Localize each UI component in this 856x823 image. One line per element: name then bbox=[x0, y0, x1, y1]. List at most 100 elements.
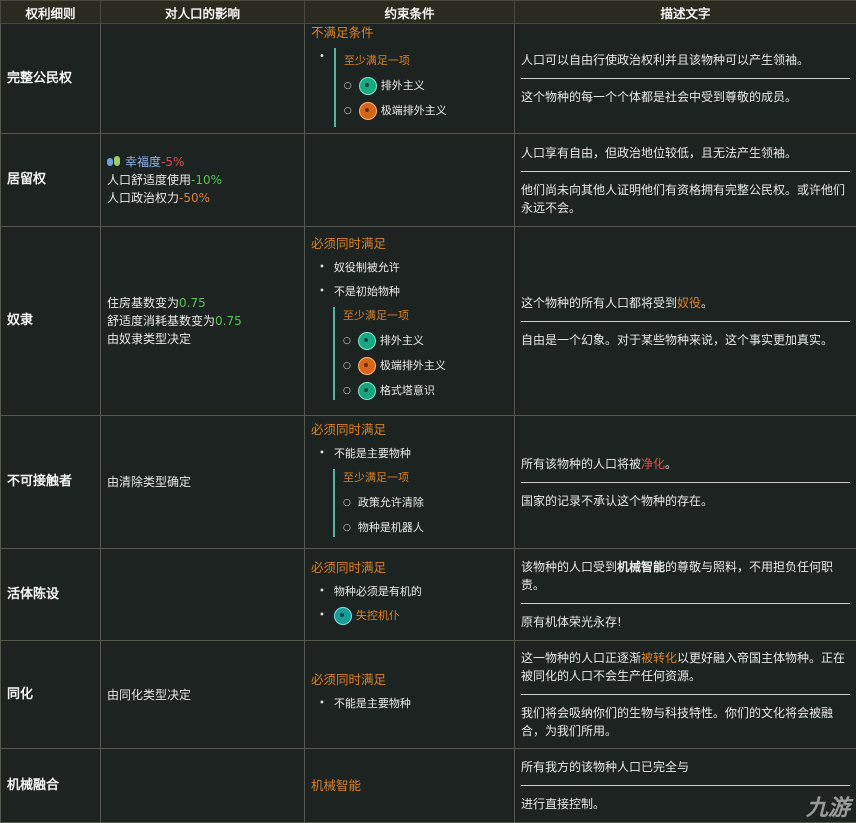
condition-subheading: 至少满足一项 bbox=[344, 52, 447, 70]
xenophobe-icon bbox=[359, 77, 377, 95]
divider bbox=[521, 785, 850, 786]
condition-item: 政策允许清除 bbox=[343, 494, 508, 512]
row-name: 机械融合 bbox=[1, 749, 101, 823]
header-description: 描述文字 bbox=[515, 1, 856, 24]
header-conditions: 约束条件 bbox=[305, 1, 515, 24]
condition-group: 至少满足一项 排外主义 极端排外主义 格式塔意识 bbox=[333, 307, 508, 400]
effect-line: 舒适度消耗基数变为0.75 bbox=[107, 312, 298, 330]
conditions-cell: 必须同时满足 奴役制被允许 不是初始物种 至少满足一项 排外主义 极端排外主义 … bbox=[305, 227, 515, 416]
table-row: 不可接触者 由清除类型确定 必须同时满足 不能是主要物种 至少满足一项 政策允许… bbox=[1, 416, 856, 549]
condition-bullet: 不是初始物种 bbox=[319, 283, 508, 301]
effect-line: 住房基数变为0.75 bbox=[107, 294, 298, 312]
table-row: 奴隶 住房基数变为0.75 舒适度消耗基数变为0.75 由奴隶类型决定 必须同时… bbox=[1, 227, 856, 416]
row-name: 不可接触者 bbox=[1, 416, 101, 549]
conditions-cell: 机械智能 bbox=[305, 749, 515, 823]
condition-bullet: 物种必须是有机的 bbox=[319, 583, 508, 601]
condition-item: 物种是机器人 bbox=[343, 519, 508, 537]
effects-cell: 由同化类型决定 bbox=[101, 641, 305, 749]
effects-cell bbox=[101, 749, 305, 823]
condition-heading: 不满足条件 bbox=[311, 24, 508, 42]
divider bbox=[521, 171, 850, 172]
conditions-cell: 不满足条件 至少满足一项 排外主义 极端排外主义 bbox=[305, 24, 515, 134]
effects-cell bbox=[101, 24, 305, 134]
description-text: 人口享有自由，但政治地位较低，且无法产生领袖。 bbox=[521, 144, 850, 162]
description-text: 自由是一个幻象。对于某些物种来说，这个事实更加真实。 bbox=[521, 331, 850, 349]
effect-line: 人口舒适度使用-10% bbox=[107, 171, 298, 189]
table-row: 居留权 幸福度-5% 人口舒适度使用-10% 人口政治权力-50% 人口享有自由… bbox=[1, 134, 856, 227]
fanatic-xenophobe-icon bbox=[358, 357, 376, 375]
table-row: 完整公民权 不满足条件 至少满足一项 排外主义 极端排外主义 人口可以自由行使政… bbox=[1, 24, 856, 134]
fanatic-xenophobe-icon bbox=[359, 102, 377, 120]
divider bbox=[521, 482, 850, 483]
xenophobe-icon bbox=[358, 332, 376, 350]
row-name: 奴隶 bbox=[1, 227, 101, 416]
description-text: 该物种的人口受到机械智能的尊敬与照料，不用担负任何职责。 bbox=[521, 558, 850, 594]
condition-item: 格式塔意识 bbox=[343, 382, 508, 400]
condition-heading: 必须同时满足 bbox=[311, 235, 508, 253]
description-text: 原有机体荣光永存! bbox=[521, 613, 850, 631]
divider bbox=[521, 603, 850, 604]
description-text: 这个物种的每一个个体都是社会中受到尊敬的成员。 bbox=[521, 88, 850, 106]
effects-cell bbox=[101, 549, 305, 641]
effect-line: 由奴隶类型决定 bbox=[107, 330, 298, 348]
description-text: 人口可以自由行使政治权利并且该物种可以产生领袖。 bbox=[521, 51, 850, 69]
condition-item: 极端排外主义 bbox=[344, 102, 447, 120]
condition-item: 极端排外主义 bbox=[343, 357, 508, 375]
condition-item: 排外主义 bbox=[343, 332, 508, 350]
effects-cell: 住房基数变为0.75 舒适度消耗基数变为0.75 由奴隶类型决定 bbox=[101, 227, 305, 416]
rogue-servitor-icon bbox=[334, 607, 352, 625]
condition-heading: 必须同时满足 bbox=[311, 559, 508, 577]
condition-subheading: 至少满足一项 bbox=[343, 307, 508, 325]
conditions-cell: 必须同时满足 不能是主要物种 至少满足一项 政策允许清除 物种是机器人 bbox=[305, 416, 515, 549]
description-text: 这个物种的所有人口都将受到奴役。 bbox=[521, 294, 850, 312]
description-text: 进行直接控制。 bbox=[521, 795, 850, 813]
effect-line: 人口政治权力-50% bbox=[107, 189, 298, 207]
description-text: 国家的记录不承认这个物种的存在。 bbox=[521, 492, 850, 510]
description-text: 我们将会吸纳你们的生物与科技特性。你们的文化将会被融合，为我们所用。 bbox=[521, 704, 850, 740]
row-name: 完整公民权 bbox=[1, 24, 101, 134]
description-text: 这一物种的人口正逐渐被转化以更好融入帝国主体物种。正在被同化的人口不会生产任何资… bbox=[521, 649, 850, 685]
condition-bullet: 不能是主要物种 bbox=[319, 695, 508, 713]
gestalt-consciousness-icon bbox=[358, 382, 376, 400]
description-cell: 所有我方的该物种人口已完全与 进行直接控制。 九游 bbox=[515, 749, 856, 823]
divider bbox=[521, 78, 850, 79]
rights-table: 权利细则 对人口的影响 约束条件 描述文字 完整公民权 不满足条件 至少满足一项… bbox=[0, 0, 856, 823]
condition-subheading: 至少满足一项 bbox=[343, 469, 508, 487]
header-row: 权利细则 对人口的影响 约束条件 描述文字 bbox=[1, 1, 856, 24]
row-name: 居留权 bbox=[1, 134, 101, 227]
divider bbox=[521, 321, 850, 322]
description-cell: 该物种的人口受到机械智能的尊敬与照料，不用担负任何职责。 原有机体荣光永存! bbox=[515, 549, 856, 641]
description-text: 所有我方的该物种人口已完全与 bbox=[521, 758, 850, 776]
table-row: 机械融合 机械智能 所有我方的该物种人口已完全与 进行直接控制。 九游 bbox=[1, 749, 856, 823]
condition-group: 至少满足一项 政策允许清除 物种是机器人 bbox=[333, 469, 508, 537]
effect-line: 幸福度-5% bbox=[107, 153, 298, 171]
description-cell: 这一物种的人口正逐渐被转化以更好融入帝国主体物种。正在被同化的人口不会生产任何资… bbox=[515, 641, 856, 749]
effects-cell: 由清除类型确定 bbox=[101, 416, 305, 549]
table-row: 活体陈设 必须同时满足 物种必须是有机的 失控机仆 该物种的人口受到机械智能的尊… bbox=[1, 549, 856, 641]
description-text: 所有该物种的人口将被净化。 bbox=[521, 455, 850, 473]
header-rights: 权利细则 bbox=[1, 1, 101, 24]
watermark-logo: 九游 bbox=[806, 800, 850, 818]
description-cell: 人口可以自由行使政治权利并且该物种可以产生领袖。 这个物种的每一个个体都是社会中… bbox=[515, 24, 856, 134]
happiness-icon bbox=[107, 156, 121, 168]
divider bbox=[521, 694, 850, 695]
description-text: 他们尚未向其他人证明他们有资格拥有完整公民权。或许他们永远不会。 bbox=[521, 181, 850, 217]
description-cell: 人口享有自由，但政治地位较低，且无法产生领袖。 他们尚未向其他人证明他们有资格拥… bbox=[515, 134, 856, 227]
condition-bullet: 不能是主要物种 bbox=[319, 445, 508, 463]
condition-heading: 必须同时满足 bbox=[311, 671, 508, 689]
condition-bullet: 至少满足一项 排外主义 极端排外主义 bbox=[319, 48, 508, 127]
row-name: 活体陈设 bbox=[1, 549, 101, 641]
row-name: 同化 bbox=[1, 641, 101, 749]
conditions-cell bbox=[305, 134, 515, 227]
description-cell: 这个物种的所有人口都将受到奴役。 自由是一个幻象。对于某些物种来说，这个事实更加… bbox=[515, 227, 856, 416]
conditions-cell: 必须同时满足 不能是主要物种 bbox=[305, 641, 515, 749]
conditions-cell: 必须同时满足 物种必须是有机的 失控机仆 bbox=[305, 549, 515, 641]
condition-heading: 机械智能 bbox=[311, 777, 508, 795]
condition-heading: 必须同时满足 bbox=[311, 421, 508, 439]
condition-bullet: 失控机仆 bbox=[319, 607, 508, 625]
description-cell: 所有该物种的人口将被净化。 国家的记录不承认这个物种的存在。 bbox=[515, 416, 856, 549]
condition-bullet: 奴役制被允许 bbox=[319, 259, 508, 277]
header-effects: 对人口的影响 bbox=[101, 1, 305, 24]
table-row: 同化 由同化类型决定 必须同时满足 不能是主要物种 这一物种的人口正逐渐被转化以… bbox=[1, 641, 856, 749]
effects-cell: 幸福度-5% 人口舒适度使用-10% 人口政治权力-50% bbox=[101, 134, 305, 227]
